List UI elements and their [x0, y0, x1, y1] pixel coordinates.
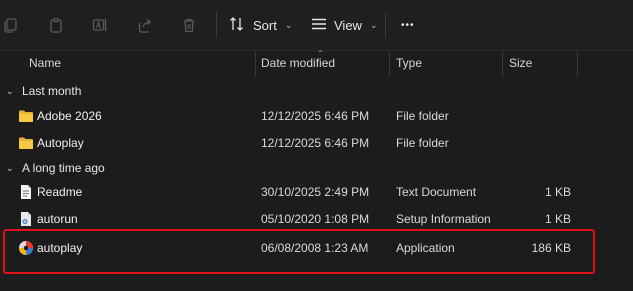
copy-icon[interactable] [0, 14, 22, 36]
sort-button[interactable]: Sort ⌄ [229, 13, 292, 37]
folder-icon [18, 108, 34, 124]
highlight-box [3, 229, 595, 274]
file-name: Readme [37, 185, 83, 199]
file-size: 1 KB [544, 212, 571, 226]
folder-icon [18, 135, 34, 151]
list-item[interactable]: autorun 05/10/2020 1:08 PM Setup Informa… [0, 208, 633, 230]
column-header-name[interactable]: Name [29, 56, 61, 70]
file-type: File folder [396, 109, 449, 123]
column-header-size[interactable]: Size [509, 56, 532, 70]
chevron-down-icon: ⌄ [6, 85, 14, 96]
column-header-date[interactable]: Date modified [261, 56, 335, 70]
file-type: Text Document [396, 185, 477, 199]
toolbar-divider [385, 12, 386, 38]
file-name: Autoplay [37, 136, 84, 150]
view-label: View [334, 17, 362, 33]
group-header-long-time-ago[interactable]: ⌄ A long time ago [0, 158, 105, 178]
file-date: 05/10/2020 1:08 PM [261, 212, 370, 226]
sort-icon [229, 16, 247, 35]
chevron-down-icon: ⌄ [284, 19, 293, 30]
column-divider[interactable] [255, 52, 256, 76]
delete-icon[interactable] [178, 14, 200, 36]
column-divider[interactable] [502, 52, 503, 76]
file-type: File folder [396, 136, 449, 150]
sort-label: Sort [253, 17, 277, 33]
view-button[interactable]: View ⌄ [310, 13, 378, 37]
file-date: 12/12/2025 6:46 PM [261, 109, 370, 123]
toolbar-divider [216, 12, 217, 38]
share-icon[interactable] [134, 14, 156, 36]
column-divider[interactable] [389, 52, 390, 76]
list-item[interactable]: Adobe 2026 12/12/2025 6:46 PM File folde… [0, 105, 633, 127]
column-divider[interactable] [577, 52, 578, 76]
file-date: 12/12/2025 6:46 PM [261, 136, 370, 150]
chevron-down-icon: ⌄ [369, 19, 378, 30]
view-list-icon [310, 16, 328, 35]
more-options-button[interactable]: ••• [401, 13, 415, 37]
command-bar: Sort ⌄ View ⌄ ••• [0, 0, 633, 51]
list-item[interactable]: Autoplay 12/12/2025 6:46 PM File folder [0, 132, 633, 154]
file-name: Adobe 2026 [37, 109, 102, 123]
column-header-row: ⌃ Name Date modified Type Size [0, 49, 633, 76]
group-label: A long time ago [22, 161, 105, 175]
file-name: autorun [37, 212, 78, 226]
text-file-icon [18, 184, 34, 200]
chevron-down-icon: ⌄ [6, 162, 14, 173]
rename-icon[interactable] [89, 14, 111, 36]
column-header-type[interactable]: Type [396, 56, 422, 70]
file-date: 30/10/2025 2:49 PM [261, 185, 370, 199]
group-header-last-month[interactable]: ⌄ Last month [0, 81, 81, 101]
file-size: 1 KB [544, 185, 571, 199]
setup-file-icon [18, 211, 34, 227]
paste-icon[interactable] [45, 14, 67, 36]
group-label: Last month [22, 84, 82, 98]
file-type: Setup Information [396, 212, 491, 226]
more-icon: ••• [401, 19, 415, 31]
list-item[interactable]: Readme 30/10/2025 2:49 PM Text Document … [0, 181, 633, 203]
